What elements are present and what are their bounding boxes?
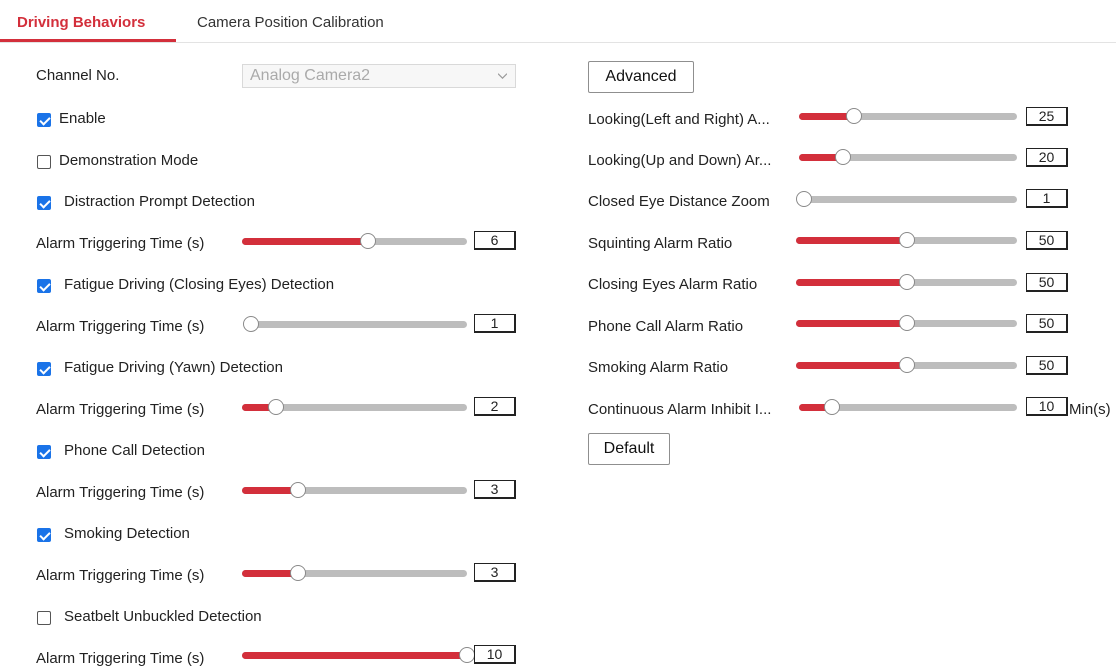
advanced-button[interactable]: Advanced bbox=[588, 61, 694, 93]
slider-fill bbox=[796, 362, 907, 369]
slider-handle[interactable] bbox=[898, 315, 915, 331]
phone-call-checkbox[interactable] bbox=[37, 445, 51, 459]
smoking-slider[interactable] bbox=[242, 564, 467, 584]
slider-handle[interactable] bbox=[898, 232, 915, 248]
looking-lr-label: Looking(Left and Right) A... bbox=[588, 111, 770, 128]
tab-bar: Driving Behaviors Camera Position Calibr… bbox=[0, 0, 1116, 43]
closing-eyes-ratio-value-input[interactable]: 50 bbox=[1026, 273, 1068, 292]
slider-handle[interactable] bbox=[796, 191, 812, 207]
seatbelt-value-input[interactable]: 10 bbox=[474, 645, 516, 664]
smoking-label: Smoking Detection bbox=[64, 525, 190, 542]
tab-camera-position-calibration[interactable]: Camera Position Calibration bbox=[197, 14, 384, 31]
smoking-ratio-label: Smoking Alarm Ratio bbox=[588, 359, 729, 376]
phone-call-ratio-slider[interactable] bbox=[796, 314, 1017, 334]
smoking-ratio-slider[interactable] bbox=[796, 356, 1017, 376]
fatigue-yawn-slider[interactable] bbox=[242, 398, 467, 418]
slider-handle[interactable] bbox=[834, 149, 851, 165]
smoking-checkbox[interactable] bbox=[37, 528, 51, 542]
fatigue-yawn-alarm-label: Alarm Triggering Time (s) bbox=[36, 401, 205, 418]
slider-fill bbox=[242, 238, 368, 245]
fatigue-eyes-checkbox[interactable] bbox=[37, 279, 51, 293]
slider-track bbox=[251, 321, 467, 328]
slider-handle[interactable] bbox=[290, 565, 307, 581]
alarm-inhibit-value-input[interactable]: 10 bbox=[1026, 397, 1068, 416]
squinting-ratio-value-input[interactable]: 50 bbox=[1026, 231, 1068, 250]
slider-fill bbox=[796, 279, 907, 286]
alarm-inhibit-label: Continuous Alarm Inhibit I... bbox=[588, 401, 772, 418]
fatigue-eyes-slider[interactable] bbox=[243, 315, 467, 335]
fatigue-yawn-label: Fatigue Driving (Yawn) Detection bbox=[64, 359, 283, 376]
closed-eye-zoom-slider[interactable] bbox=[796, 190, 1017, 210]
slider-handle[interactable] bbox=[360, 233, 376, 249]
looking-lr-slider[interactable] bbox=[799, 107, 1017, 127]
tab-driving-behaviors[interactable]: Driving Behaviors bbox=[17, 14, 145, 31]
distraction-alarm-label: Alarm Triggering Time (s) bbox=[36, 235, 205, 252]
closed-eye-zoom-value-input[interactable]: 1 bbox=[1026, 189, 1068, 208]
smoking-value-input[interactable]: 3 bbox=[474, 563, 516, 582]
default-button[interactable]: Default bbox=[588, 433, 670, 465]
seatbelt-alarm-label: Alarm Triggering Time (s) bbox=[36, 650, 205, 667]
slider-handle[interactable] bbox=[267, 399, 284, 415]
demonstration-mode-checkbox[interactable] bbox=[37, 155, 51, 169]
fatigue-yawn-value-input[interactable]: 2 bbox=[474, 397, 516, 416]
looking-ud-slider[interactable] bbox=[799, 148, 1017, 168]
fatigue-eyes-alarm-label: Alarm Triggering Time (s) bbox=[36, 318, 205, 335]
seatbelt-checkbox[interactable] bbox=[37, 611, 51, 625]
fatigue-eyes-value-input[interactable]: 1 bbox=[474, 314, 516, 333]
fatigue-eyes-label: Fatigue Driving (Closing Eyes) Detection bbox=[64, 276, 335, 293]
alarm-inhibit-unit: Min(s) bbox=[1069, 401, 1111, 418]
looking-lr-value-input[interactable]: 25 bbox=[1026, 107, 1068, 126]
slider-handle[interactable] bbox=[290, 482, 307, 498]
phone-call-value-input[interactable]: 3 bbox=[474, 480, 516, 499]
closing-eyes-ratio-slider[interactable] bbox=[796, 273, 1017, 293]
phone-call-ratio-value-input[interactable]: 50 bbox=[1026, 314, 1068, 333]
channel-label: Channel No. bbox=[36, 67, 120, 84]
channel-select[interactable]: Analog Camera2 bbox=[242, 64, 516, 88]
slider-handle[interactable] bbox=[898, 357, 915, 373]
slider-handle[interactable] bbox=[898, 274, 915, 290]
slider-track bbox=[804, 196, 1017, 203]
slider-handle[interactable] bbox=[823, 399, 840, 415]
closed-eye-zoom-label: Closed Eye Distance Zoom bbox=[588, 193, 770, 210]
seatbelt-slider[interactable] bbox=[242, 646, 475, 666]
distraction-label: Distraction Prompt Detection bbox=[64, 193, 255, 210]
enable-label: Enable bbox=[59, 110, 106, 127]
distraction-checkbox[interactable] bbox=[37, 196, 51, 210]
enable-checkbox[interactable] bbox=[37, 113, 51, 127]
alarm-inhibit-slider[interactable] bbox=[799, 398, 1017, 418]
channel-select-value: Analog Camera2 bbox=[250, 67, 371, 84]
active-tab-indicator bbox=[0, 39, 176, 42]
phone-call-label: Phone Call Detection bbox=[64, 442, 205, 459]
closing-eyes-ratio-label: Closing Eyes Alarm Ratio bbox=[588, 276, 758, 293]
fatigue-yawn-checkbox[interactable] bbox=[37, 362, 51, 376]
phone-call-ratio-label: Phone Call Alarm Ratio bbox=[588, 318, 744, 335]
smoking-ratio-value-input[interactable]: 50 bbox=[1026, 356, 1068, 375]
looking-ud-label: Looking(Up and Down) Ar... bbox=[588, 152, 772, 169]
slider-handle[interactable] bbox=[459, 647, 475, 663]
demonstration-mode-label: Demonstration Mode bbox=[59, 152, 199, 169]
squinting-ratio-label: Squinting Alarm Ratio bbox=[588, 235, 733, 252]
chevron-down-icon bbox=[498, 73, 507, 80]
slider-handle[interactable] bbox=[243, 316, 259, 332]
distraction-value-input[interactable]: 6 bbox=[474, 231, 516, 250]
slider-handle[interactable] bbox=[845, 108, 862, 124]
phone-call-alarm-label: Alarm Triggering Time (s) bbox=[36, 484, 205, 501]
slider-fill bbox=[796, 320, 907, 327]
looking-ud-value-input[interactable]: 20 bbox=[1026, 148, 1068, 167]
distraction-slider[interactable] bbox=[242, 232, 467, 252]
slider-fill bbox=[796, 237, 907, 244]
seatbelt-label: Seatbelt Unbuckled Detection bbox=[64, 608, 262, 625]
slider-fill bbox=[242, 652, 467, 659]
phone-call-slider[interactable] bbox=[242, 481, 467, 501]
squinting-ratio-slider[interactable] bbox=[796, 231, 1017, 251]
smoking-alarm-label: Alarm Triggering Time (s) bbox=[36, 567, 205, 584]
